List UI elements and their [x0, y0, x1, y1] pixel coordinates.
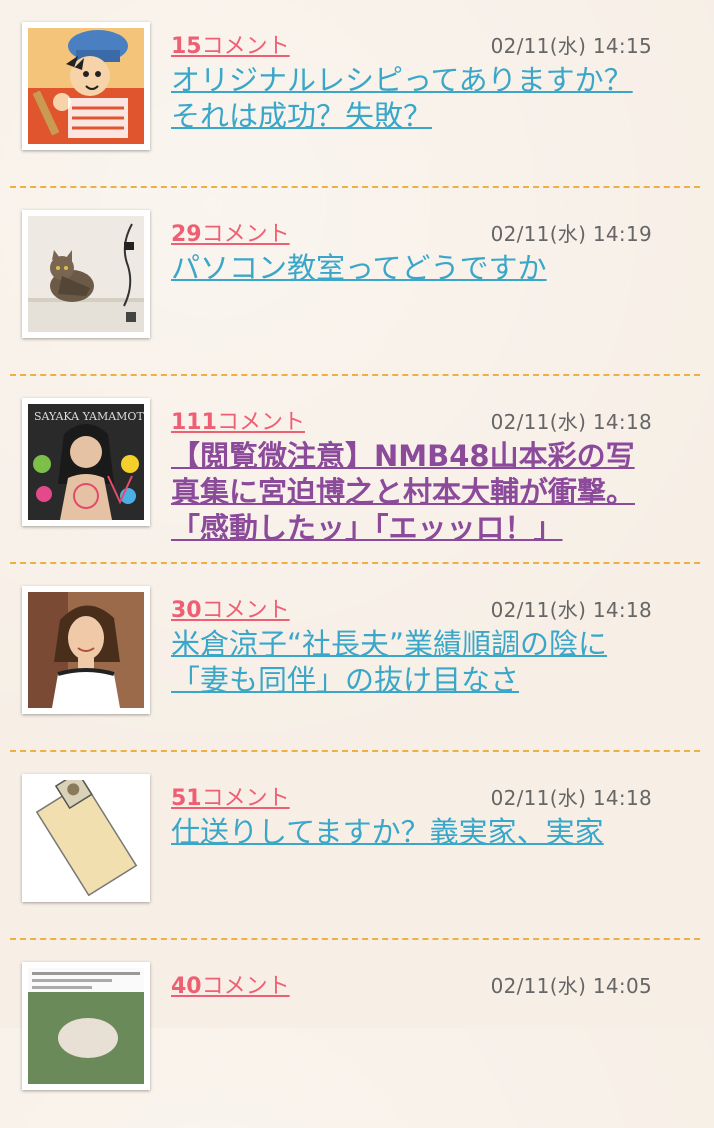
- topic-title-link[interactable]: パソコン教室ってどうですか: [171, 250, 661, 286]
- list-item[interactable]: 51コメント 02/11(水) 14:18 仕送りしてますか？義実家、実家: [0, 752, 714, 940]
- comment-count: 30: [171, 598, 202, 623]
- comment-count-link[interactable]: 30コメント: [171, 592, 290, 624]
- list-item[interactable]: 29コメント 02/11(水) 14:19 パソコン教室ってどうですか: [0, 188, 714, 376]
- timestamp: 02/11(水) 14:19: [490, 222, 652, 246]
- comment-count-link[interactable]: 51コメント: [171, 780, 290, 812]
- timestamp: 02/11(水) 14:18: [490, 598, 652, 622]
- news-clipping-icon[interactable]: [22, 962, 150, 1090]
- topic-title-link[interactable]: 米倉涼子“社長夫”業績順調の陰に「妻も同伴」の抜け目なさ: [171, 626, 661, 698]
- cat-photo-icon[interactable]: [22, 210, 150, 338]
- comment-label: コメント: [201, 222, 290, 247]
- comment-count: 111: [171, 410, 217, 435]
- comment-count: 29: [171, 222, 202, 247]
- timestamp: 02/11(水) 14:18: [490, 786, 652, 810]
- comment-count-link[interactable]: 15コメント: [171, 28, 290, 60]
- photobook-cover-icon[interactable]: SAYAKA YAMAMOTO: [22, 398, 150, 526]
- comment-label: コメント: [201, 598, 290, 623]
- comment-label: コメント: [216, 410, 305, 435]
- list-item[interactable]: 15コメント 02/11(水) 14:15 オリジナルレシピってありますか？それ…: [0, 0, 714, 188]
- comment-count-link[interactable]: 29コメント: [171, 216, 290, 248]
- comment-count-link[interactable]: 111コメント: [171, 404, 305, 436]
- timestamp: 02/11(水) 14:05: [490, 974, 652, 998]
- topic-title-link[interactable]: オリジナルレシピってありますか？それは成功？失敗？: [171, 62, 661, 134]
- comment-count: 40: [171, 974, 202, 999]
- woman-portrait-icon[interactable]: [22, 586, 150, 714]
- topic-list: 15コメント 02/11(水) 14:15 オリジナルレシピってありますか？それ…: [0, 0, 714, 1128]
- comment-label: コメント: [201, 34, 290, 59]
- comment-count: 51: [171, 786, 202, 811]
- cover-text: SAYAKA YAMAMOTO: [34, 410, 144, 423]
- timestamp: 02/11(水) 14:18: [490, 410, 652, 434]
- list-item[interactable]: 40コメント 02/11(水) 14:05: [0, 940, 714, 1128]
- topic-title-link[interactable]: 【閲覧微注意】NMB48山本彩の写真集に宮迫博之と村本大輔が衝撃。「感動したッ」…: [171, 438, 661, 546]
- comment-label: コメント: [201, 974, 290, 999]
- envelope-money-icon[interactable]: [22, 774, 150, 902]
- comment-count-link[interactable]: 40コメント: [171, 968, 290, 1000]
- comment-count: 15: [171, 34, 202, 59]
- list-item[interactable]: 30コメント 02/11(水) 14:18 米倉涼子“社長夫”業績順調の陰に「妻…: [0, 564, 714, 752]
- cartoon-chef-icon[interactable]: [22, 22, 150, 150]
- list-item[interactable]: SAYAKA YAMAMOTO 111コメント 02/11(水) 14:18 【…: [0, 376, 714, 564]
- comment-label: コメント: [201, 786, 290, 811]
- timestamp: 02/11(水) 14:15: [490, 34, 652, 58]
- topic-title-link[interactable]: 仕送りしてますか？義実家、実家: [171, 814, 661, 850]
